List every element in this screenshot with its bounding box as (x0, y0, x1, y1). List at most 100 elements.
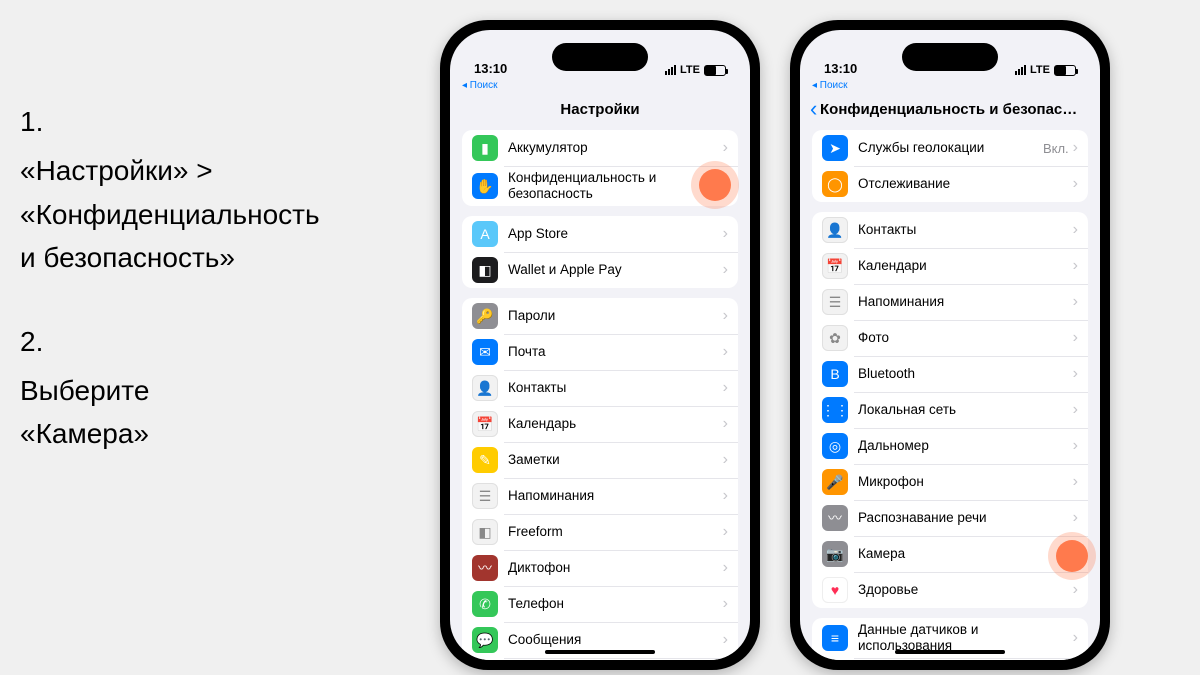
page-title: Конфиденциальность и безопасность (820, 101, 1080, 118)
row-icon: ≡ (822, 625, 848, 651)
row-icon: ➤ (822, 135, 848, 161)
row-icon: B (822, 361, 848, 387)
battery-icon (1054, 65, 1076, 76)
row-label: Календари (858, 258, 1073, 274)
chevron-right-icon: › (1073, 509, 1078, 527)
chevron-right-icon: › (1073, 437, 1078, 455)
chevron-right-icon: › (723, 595, 728, 613)
battery-icon (704, 65, 726, 76)
back-chevron-icon[interactable]: ‹ (810, 98, 817, 120)
settings-row[interactable]: ✋Конфиденциальность и безопасность› (462, 166, 738, 206)
chevron-right-icon: › (1073, 221, 1078, 239)
settings-row[interactable]: 📅Календари› (812, 248, 1088, 284)
settings-row[interactable]: ⋮⋮Локальная сеть› (812, 392, 1088, 428)
chevron-right-icon: › (1073, 257, 1078, 275)
home-indicator[interactable] (895, 650, 1005, 654)
row-icon: ♥ (822, 577, 848, 603)
home-indicator[interactable] (545, 650, 655, 654)
step-number: 2. (20, 320, 420, 363)
highlight-dot (1056, 540, 1088, 572)
signal-icon (665, 65, 676, 75)
settings-row[interactable]: ◧Wallet и Apple Pay› (462, 252, 738, 288)
settings-row[interactable]: ✎Заметки› (462, 442, 738, 478)
settings-row[interactable]: ✉Почта› (462, 334, 738, 370)
settings-row[interactable]: 📅Календарь› (462, 406, 738, 442)
dynamic-island (552, 43, 648, 71)
row-label: Bluetooth (858, 366, 1073, 382)
chevron-right-icon: › (1073, 581, 1078, 599)
phones-container: 13:10 LTE ◂ Поиск Настройки ▮Аккумулятор… (440, 0, 1200, 675)
row-label: Фото (858, 330, 1073, 346)
chevron-right-icon: › (1073, 175, 1078, 193)
chevron-right-icon: › (1073, 293, 1078, 311)
chevron-right-icon: › (723, 225, 728, 243)
chevron-right-icon: › (723, 307, 728, 325)
phone-frame-2: 13:10 LTE ◂ Поиск ‹ Конфиденциальность и… (790, 20, 1110, 670)
row-label: Локальная сеть (858, 402, 1073, 418)
row-icon: ◧ (472, 519, 498, 545)
chevron-right-icon: › (1073, 401, 1078, 419)
status-time: 13:10 (824, 61, 857, 76)
highlight-dot (699, 169, 731, 201)
privacy-list[interactable]: ➤Службы геолокацииВкл.›◯Отслеживание› 👤Ко… (800, 130, 1100, 660)
back-to-search[interactable]: ◂ Поиск (800, 78, 1100, 91)
row-icon: ✎ (472, 447, 498, 473)
settings-row[interactable]: 🎤Микрофон› (812, 464, 1088, 500)
row-icon: 📷 (822, 541, 848, 567)
row-icon: ✆ (472, 591, 498, 617)
carrier-label: LTE (1030, 64, 1050, 76)
chevron-right-icon: › (723, 559, 728, 577)
row-icon: ☰ (822, 289, 848, 315)
settings-row[interactable]: 👤Контакты› (812, 212, 1088, 248)
settings-row[interactable]: ◧Freeform› (462, 514, 738, 550)
row-label: Напоминания (858, 294, 1073, 310)
settings-row[interactable]: 〰Распознавание речи› (812, 500, 1088, 536)
chevron-right-icon: › (1073, 629, 1078, 647)
settings-row[interactable]: ✆ Телефон› (462, 586, 738, 622)
row-label: Пароли (508, 308, 723, 324)
instructions-panel: 1. «Настройки» > «Конфиденциальность и б… (0, 0, 440, 675)
step-text: «Камера» (20, 412, 420, 455)
row-icon: 〰 (472, 555, 498, 581)
settings-row[interactable]: 📷Камера› (812, 536, 1088, 572)
row-icon: 👤 (472, 375, 498, 401)
chevron-right-icon: › (1073, 365, 1078, 383)
settings-row[interactable]: ☰Напоминания› (462, 478, 738, 514)
row-label: Заметки (508, 452, 723, 468)
settings-row[interactable]: AApp Store› (462, 216, 738, 252)
chevron-right-icon: › (1073, 329, 1078, 347)
settings-row[interactable]: ☰ Напоминания› (812, 284, 1088, 320)
settings-row[interactable]: 🔑Пароли› (462, 298, 738, 334)
row-label: Аккумулятор (508, 140, 723, 156)
settings-row[interactable]: ➤Службы геолокацииВкл.› (812, 130, 1088, 166)
settings-row[interactable]: ◎Дальномер› (812, 428, 1088, 464)
step-text: «Настройки» > (20, 149, 420, 192)
status-time: 13:10 (474, 61, 507, 76)
row-icon: ◎ (822, 433, 848, 459)
settings-row[interactable]: B Bluetooth› (812, 356, 1088, 392)
settings-row[interactable]: 👤Контакты› (462, 370, 738, 406)
row-icon: 🎤 (822, 469, 848, 495)
settings-group: ➤Службы геолокацииВкл.›◯Отслеживание› (812, 130, 1088, 202)
nav-bar: ‹ Конфиденциальность и безопасность (800, 91, 1100, 127)
row-label: Телефон (508, 596, 723, 612)
settings-row[interactable]: 〰Диктофон› (462, 550, 738, 586)
settings-row[interactable]: ◯Отслеживание› (812, 166, 1088, 202)
back-to-search[interactable]: ◂ Поиск (450, 78, 750, 91)
settings-row[interactable]: ♥Здоровье› (812, 572, 1088, 608)
row-icon: A (472, 221, 498, 247)
settings-row[interactable]: ▣FaceTime› (462, 658, 738, 660)
settings-row[interactable]: ✿Фото› (812, 320, 1088, 356)
row-icon: ◯ (822, 171, 848, 197)
settings-list[interactable]: ▮Аккумулятор›✋Конфиденциальность и безоп… (450, 130, 750, 660)
chevron-right-icon: › (723, 487, 728, 505)
settings-group: AApp Store›◧Wallet и Apple Pay› (462, 216, 738, 288)
settings-group: ▮Аккумулятор›✋Конфиденциальность и безоп… (462, 130, 738, 206)
settings-row[interactable]: ▮Аккумулятор› (462, 130, 738, 166)
phone-frame-1: 13:10 LTE ◂ Поиск Настройки ▮Аккумулятор… (440, 20, 760, 670)
nav-bar: Настройки (450, 91, 750, 127)
step-text: «Конфиденциальность (20, 193, 420, 236)
chevron-right-icon: › (1073, 139, 1078, 157)
settings-row[interactable]: ⌂HomeKit› (812, 658, 1088, 660)
signal-icon (1015, 65, 1026, 75)
